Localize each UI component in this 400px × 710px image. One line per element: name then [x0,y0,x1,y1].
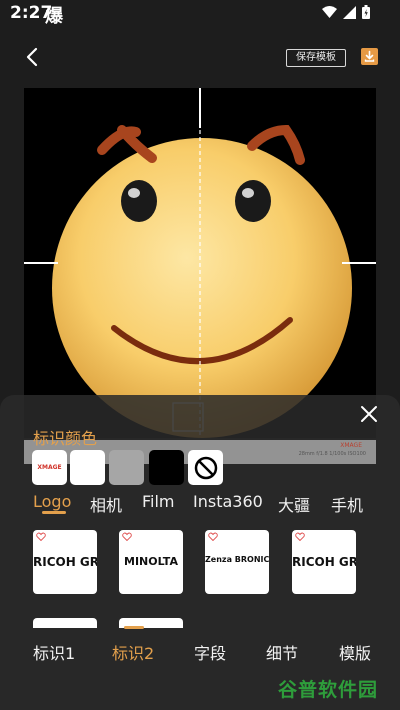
tab-dji[interactable]: 大疆 [278,492,310,516]
tab-film[interactable]: Film [142,492,175,511]
bottom-tab-logo1[interactable]: 标识1 [33,640,75,664]
tab-insta360[interactable]: Insta360 [193,492,263,511]
tab-logo[interactable]: Logo [33,492,71,511]
signal-icon [343,5,356,19]
download-icon [364,50,375,62]
logo-card-ricoh-2[interactable]: RICOH GR II [292,530,356,594]
swatch-xmage-label: XMAGE [37,464,62,471]
download-button[interactable] [361,48,378,65]
heart-icon[interactable] [208,532,218,541]
section-title-logo-color: 标识颜色 [33,429,98,448]
back-arrow-icon[interactable] [22,46,44,68]
heart-icon[interactable] [36,532,46,541]
photo-canvas[interactable] [24,88,376,438]
swatch-white[interactable] [70,450,105,485]
tab-phone[interactable]: 手机 [331,492,363,516]
bottom-tab-details[interactable]: 细节 [266,640,298,664]
logo-text-ricoh: RICOH GR II [33,555,97,569]
logo-card-minolta[interactable]: MINOLTA [119,530,183,594]
swatch-none[interactable] [188,450,223,485]
bottom-tab-logo2[interactable]: 标识2 [112,640,154,664]
swatch-xmage[interactable]: XMAGE [32,450,67,485]
top-bar: 保存模板 [0,40,400,76]
site-watermark-text: 谷普软件园 [278,679,379,701]
bottom-tab-templates[interactable]: 模版 [339,640,371,664]
logo-text-bronica: Zenza BRONICA [205,555,269,564]
swatch-black[interactable] [149,450,184,485]
no-color-icon [194,456,217,479]
bottom-tab-indicator [124,626,144,629]
bottom-tab-fields[interactable]: 字段 [194,640,226,664]
logo-card-bronica[interactable]: Zenza BRONICA [205,530,269,594]
logo-card-partial[interactable] [33,618,97,628]
status-carrier-glyph: 爆 [45,6,63,27]
save-template-button[interactable]: 保存模板 [286,49,346,67]
heart-icon[interactable] [295,532,305,541]
status-bar: 2:27 爆 [0,0,400,28]
logo-text-ricoh-2: RICOH GR II [292,555,356,569]
wifi-icon [322,6,337,18]
smiley-image [24,88,376,438]
logo-text-minolta: MINOLTA [124,555,178,568]
status-icons [322,5,370,19]
close-icon[interactable] [358,403,380,425]
logo-card-ricoh[interactable]: RICOH GR II [33,530,97,594]
watermark-brand: XMAGE [340,442,362,449]
watermark-details: 28mm f/1.8 1/100s ISO100 [298,451,366,457]
tab-active-indicator [42,511,66,514]
battery-icon [362,5,370,19]
heart-icon[interactable] [122,532,132,541]
tab-camera[interactable]: 相机 [90,492,122,516]
swatch-gray[interactable] [109,450,144,485]
